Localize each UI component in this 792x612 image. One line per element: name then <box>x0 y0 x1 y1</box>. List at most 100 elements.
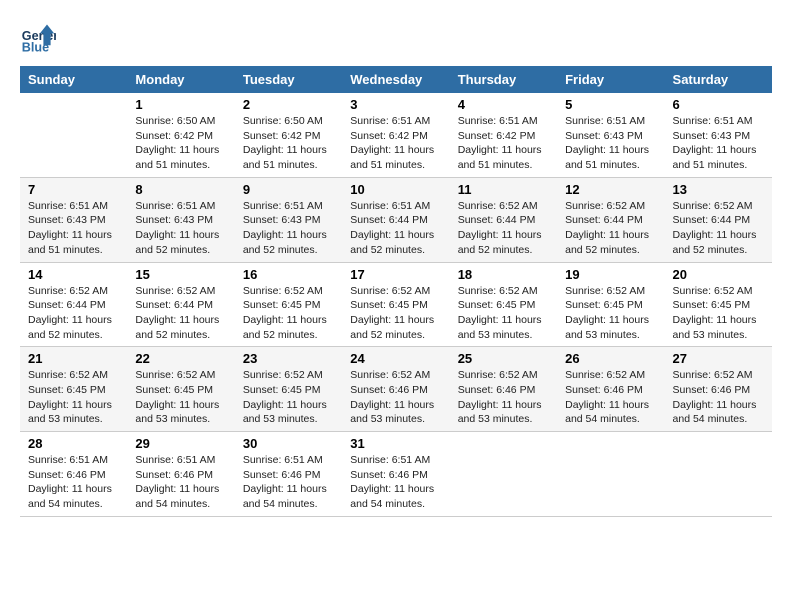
day-number: 24 <box>350 351 441 366</box>
day-number: 7 <box>28 182 119 197</box>
day-number: 2 <box>243 97 334 112</box>
day-info: Sunrise: 6:52 AMSunset: 6:45 PMDaylight:… <box>350 284 441 343</box>
calendar-cell: 13 Sunrise: 6:52 AMSunset: 6:44 PMDayligh… <box>665 177 772 262</box>
column-header-sunday: Sunday <box>20 66 127 93</box>
day-info: Sunrise: 6:52 AMSunset: 6:45 PMDaylight:… <box>28 368 119 427</box>
calendar-cell: 30 Sunrise: 6:51 AMSunset: 6:46 PMDayligh… <box>235 432 342 517</box>
calendar-table: SundayMondayTuesdayWednesdayThursdayFrid… <box>20 66 772 517</box>
day-info: Sunrise: 6:51 AMSunset: 6:42 PMDaylight:… <box>350 114 441 173</box>
day-number: 16 <box>243 267 334 282</box>
calendar-week-5: 28Sunrise: 6:51 AMSunset: 6:46 PMDayligh… <box>20 432 772 517</box>
day-info: Sunrise: 6:51 AMSunset: 6:42 PMDaylight:… <box>458 114 549 173</box>
day-info: Sunrise: 6:51 AMSunset: 6:46 PMDaylight:… <box>350 453 441 512</box>
day-info: Sunrise: 6:52 AMSunset: 6:44 PMDaylight:… <box>673 199 764 258</box>
day-info: Sunrise: 6:52 AMSunset: 6:44 PMDaylight:… <box>28 284 119 343</box>
day-number: 1 <box>135 97 226 112</box>
calendar-week-3: 14 Sunrise: 6:52 AMSunset: 6:44 PMDayligh… <box>20 262 772 347</box>
day-number: 9 <box>243 182 334 197</box>
calendar-cell <box>665 432 772 517</box>
calendar-cell: 15 Sunrise: 6:52 AMSunset: 6:44 PMDayligh… <box>127 262 234 347</box>
day-number: 21 <box>28 351 119 366</box>
calendar-cell <box>450 432 557 517</box>
calendar-cell: 10Sunrise: 6:51 AMSunset: 6:44 PMDayligh… <box>342 177 449 262</box>
day-number: 13 <box>673 182 764 197</box>
day-info: Sunrise: 6:52 AMSunset: 6:45 PMDaylight:… <box>565 284 656 343</box>
calendar-cell: 20Sunrise: 6:52 AMSunset: 6:45 PMDayligh… <box>665 262 772 347</box>
calendar-cell: 9 Sunrise: 6:51 AMSunset: 6:43 PMDaylight… <box>235 177 342 262</box>
calendar-cell: 26 Sunrise: 6:52 AMSunset: 6:46 PMDayligh… <box>557 347 664 432</box>
day-info: Sunrise: 6:50 AMSunset: 6:42 PMDaylight:… <box>243 114 334 173</box>
day-number: 30 <box>243 436 334 451</box>
day-number: 23 <box>243 351 334 366</box>
day-info: Sunrise: 6:50 AMSunset: 6:42 PMDaylight:… <box>135 114 226 173</box>
day-number: 17 <box>350 267 441 282</box>
calendar-week-1: 1 Sunrise: 6:50 AMSunset: 6:42 PMDaylight… <box>20 93 772 177</box>
day-info: Sunrise: 6:51 AMSunset: 6:43 PMDaylight:… <box>243 199 334 258</box>
column-header-friday: Friday <box>557 66 664 93</box>
day-info: Sunrise: 6:52 AMSunset: 6:44 PMDaylight:… <box>135 284 226 343</box>
day-number: 27 <box>673 351 764 366</box>
day-number: 14 <box>28 267 119 282</box>
day-number: 11 <box>458 182 549 197</box>
column-header-wednesday: Wednesday <box>342 66 449 93</box>
day-number: 26 <box>565 351 656 366</box>
calendar-week-2: 7 Sunrise: 6:51 AMSunset: 6:43 PMDaylight… <box>20 177 772 262</box>
day-number: 25 <box>458 351 549 366</box>
day-info: Sunrise: 6:51 AMSunset: 6:46 PMDaylight:… <box>28 453 119 512</box>
calendar-week-4: 21 Sunrise: 6:52 AMSunset: 6:45 PMDayligh… <box>20 347 772 432</box>
calendar-cell: 2 Sunrise: 6:50 AMSunset: 6:42 PMDaylight… <box>235 93 342 177</box>
calendar-cell: 12 Sunrise: 6:52 AMSunset: 6:44 PMDayligh… <box>557 177 664 262</box>
day-number: 8 <box>135 182 226 197</box>
calendar-cell: 28Sunrise: 6:51 AMSunset: 6:46 PMDayligh… <box>20 432 127 517</box>
calendar-cell: 19Sunrise: 6:52 AMSunset: 6:45 PMDayligh… <box>557 262 664 347</box>
calendar-cell: 5Sunrise: 6:51 AMSunset: 6:43 PMDaylight… <box>557 93 664 177</box>
calendar-cell: 1 Sunrise: 6:50 AMSunset: 6:42 PMDaylight… <box>127 93 234 177</box>
day-info: Sunrise: 6:52 AMSunset: 6:45 PMDaylight:… <box>673 284 764 343</box>
day-info: Sunrise: 6:52 AMSunset: 6:44 PMDaylight:… <box>458 199 549 258</box>
calendar-cell: 16 Sunrise: 6:52 AMSunset: 6:45 PMDayligh… <box>235 262 342 347</box>
day-number: 5 <box>565 97 656 112</box>
day-info: Sunrise: 6:51 AMSunset: 6:46 PMDaylight:… <box>243 453 334 512</box>
calendar-header-row: SundayMondayTuesdayWednesdayThursdayFrid… <box>20 66 772 93</box>
day-info: Sunrise: 6:51 AMSunset: 6:43 PMDaylight:… <box>28 199 119 258</box>
day-info: Sunrise: 6:52 AMSunset: 6:45 PMDaylight:… <box>135 368 226 427</box>
calendar-cell: 4Sunrise: 6:51 AMSunset: 6:42 PMDaylight… <box>450 93 557 177</box>
day-info: Sunrise: 6:51 AMSunset: 6:43 PMDaylight:… <box>673 114 764 173</box>
day-info: Sunrise: 6:52 AMSunset: 6:46 PMDaylight:… <box>673 368 764 427</box>
calendar-cell <box>20 93 127 177</box>
calendar-cell: 21 Sunrise: 6:52 AMSunset: 6:45 PMDayligh… <box>20 347 127 432</box>
calendar-cell: 29 Sunrise: 6:51 AMSunset: 6:46 PMDayligh… <box>127 432 234 517</box>
day-info: Sunrise: 6:52 AMSunset: 6:46 PMDaylight:… <box>458 368 549 427</box>
calendar-cell: 25 Sunrise: 6:52 AMSunset: 6:46 PMDayligh… <box>450 347 557 432</box>
column-header-monday: Monday <box>127 66 234 93</box>
day-info: Sunrise: 6:51 AMSunset: 6:46 PMDaylight:… <box>135 453 226 512</box>
calendar-cell: 6 Sunrise: 6:51 AMSunset: 6:43 PMDaylight… <box>665 93 772 177</box>
day-number: 3 <box>350 97 441 112</box>
page-header: General Blue <box>20 20 772 56</box>
day-info: Sunrise: 6:52 AMSunset: 6:46 PMDaylight:… <box>565 368 656 427</box>
day-number: 10 <box>350 182 441 197</box>
calendar-cell: 24 Sunrise: 6:52 AMSunset: 6:46 PMDayligh… <box>342 347 449 432</box>
day-info: Sunrise: 6:52 AMSunset: 6:46 PMDaylight:… <box>350 368 441 427</box>
calendar-cell: 17 Sunrise: 6:52 AMSunset: 6:45 PMDayligh… <box>342 262 449 347</box>
day-number: 18 <box>458 267 549 282</box>
day-number: 6 <box>673 97 764 112</box>
day-info: Sunrise: 6:52 AMSunset: 6:45 PMDaylight:… <box>243 368 334 427</box>
day-info: Sunrise: 6:51 AMSunset: 6:43 PMDaylight:… <box>135 199 226 258</box>
day-number: 15 <box>135 267 226 282</box>
calendar-cell: 8 Sunrise: 6:51 AMSunset: 6:43 PMDaylight… <box>127 177 234 262</box>
day-info: Sunrise: 6:52 AMSunset: 6:45 PMDaylight:… <box>243 284 334 343</box>
day-number: 31 <box>350 436 441 451</box>
day-number: 12 <box>565 182 656 197</box>
calendar-cell: 7 Sunrise: 6:51 AMSunset: 6:43 PMDaylight… <box>20 177 127 262</box>
calendar-cell: 27 Sunrise: 6:52 AMSunset: 6:46 PMDayligh… <box>665 347 772 432</box>
calendar-cell: 11 Sunrise: 6:52 AMSunset: 6:44 PMDayligh… <box>450 177 557 262</box>
calendar-cell: 23 Sunrise: 6:52 AMSunset: 6:45 PMDayligh… <box>235 347 342 432</box>
logo-icon: General Blue <box>20 20 56 56</box>
column-header-tuesday: Tuesday <box>235 66 342 93</box>
calendar-cell <box>557 432 664 517</box>
calendar-cell: 31 Sunrise: 6:51 AMSunset: 6:46 PMDayligh… <box>342 432 449 517</box>
column-header-saturday: Saturday <box>665 66 772 93</box>
day-number: 29 <box>135 436 226 451</box>
day-info: Sunrise: 6:52 AMSunset: 6:44 PMDaylight:… <box>565 199 656 258</box>
